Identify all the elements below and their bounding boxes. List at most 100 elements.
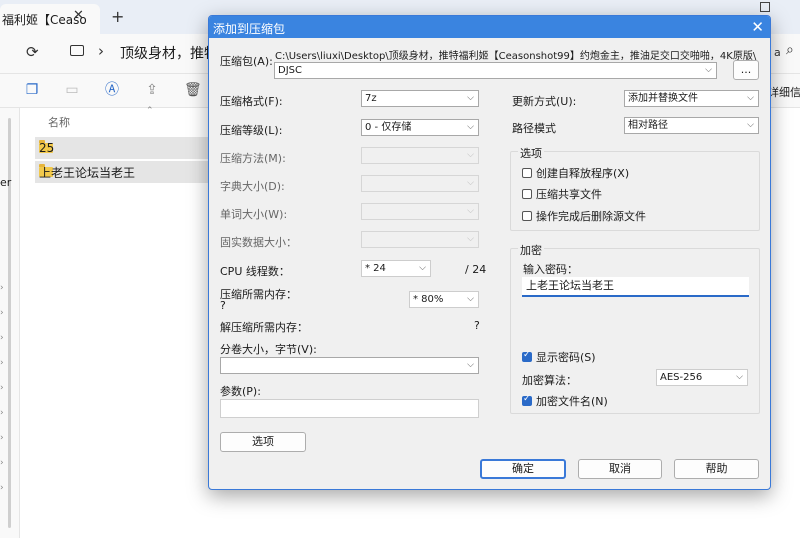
- chevron-down-icon: ⌵: [467, 150, 474, 160]
- chevron-down-icon: ⌵: [467, 122, 474, 132]
- expand-arrow-icon[interactable]: ›: [0, 333, 4, 343]
- computer-icon[interactable]: [70, 45, 84, 56]
- delete-icon[interactable]: 🗑: [184, 82, 202, 98]
- archive-name-value: DJSC: [278, 65, 302, 76]
- list-item-name: 上老王论坛当老王: [39, 165, 136, 180]
- checkbox-box: [522, 394, 532, 406]
- checkbox-label: 压缩共享文件: [536, 188, 602, 201]
- list-item[interactable]: 上老王论坛当老王: [35, 161, 225, 183]
- share-icon[interactable]: ⇪: [144, 82, 160, 98]
- archive-name-combo[interactable]: DJSC ⌵: [274, 62, 717, 79]
- encryption-method-value: AES-256: [660, 372, 703, 383]
- search-icon[interactable]: ⌕: [786, 42, 794, 58]
- chevron-down-icon: ⌵: [467, 178, 474, 188]
- paste-icon[interactable]: ▭: [64, 82, 80, 98]
- checkbox-label: 创建自释放程序(X): [536, 167, 630, 180]
- encrypt-filenames-checkbox[interactable]: 加密文件名(N): [522, 393, 608, 409]
- column-header-name[interactable]: 名称: [48, 114, 70, 130]
- checkbox-box: [522, 189, 532, 199]
- create-sfx-checkbox[interactable]: 创建自释放程序(X): [522, 165, 629, 181]
- ok-button[interactable]: 确定: [480, 459, 566, 479]
- expand-arrow-icon[interactable]: ›: [0, 433, 4, 443]
- chevron-down-icon: ⌵: [467, 206, 474, 216]
- word-size-select[interactable]: ⌵: [361, 203, 479, 220]
- search-hint-text: a: [774, 46, 781, 59]
- expand-arrow-icon[interactable]: ›: [0, 383, 4, 393]
- copy-icon[interactable]: ❐: [24, 82, 40, 98]
- list-item[interactable]: 25: [35, 137, 225, 159]
- checkbox-box: [522, 350, 532, 362]
- checkbox-box: [522, 211, 532, 221]
- password-label: 输入密码：: [523, 263, 578, 276]
- refresh-icon[interactable]: ⟳: [26, 43, 39, 61]
- options-button[interactable]: 选项: [220, 432, 306, 452]
- dialog-titlebar: 添加到压缩包 ✕: [209, 16, 770, 38]
- format-select[interactable]: 7z ⌵: [361, 90, 479, 107]
- chevron-down-icon: ⌵: [419, 263, 426, 273]
- level-value: 0 - 仅存储: [365, 122, 412, 133]
- nav-item-label[interactable]: er: [0, 176, 11, 189]
- chevron-down-icon: ⌵: [467, 93, 474, 103]
- encryption-group-title: 加密: [518, 242, 544, 258]
- decompress-memory-label: 解压缩所需内存：: [220, 321, 308, 334]
- solid-size-label: 固实数据大小：: [220, 236, 297, 249]
- split-volume-combo[interactable]: ⌵: [220, 357, 479, 374]
- dictionary-label: 字典大小(D):: [220, 180, 285, 193]
- password-input[interactable]: 上老王论坛当老王: [522, 277, 749, 297]
- parameters-input[interactable]: [220, 399, 479, 418]
- cpu-threads-select[interactable]: * 24 ⌵: [361, 260, 431, 277]
- explorer-tab[interactable]: 福利姬【Ceaso: [0, 4, 100, 34]
- list-item-name: 25: [39, 141, 55, 155]
- encryption-method-label: 加密算法：: [522, 374, 577, 387]
- expand-arrow-icon[interactable]: ›: [0, 458, 4, 468]
- chevron-down-icon: ⌵: [747, 120, 754, 130]
- update-mode-value: 添加并替换文件: [628, 93, 698, 104]
- split-volume-label: 分卷大小，字节(V):: [220, 343, 317, 356]
- sort-chevron-icon: ⌃: [146, 106, 154, 116]
- solid-size-select[interactable]: ⌵: [361, 231, 479, 248]
- memory-usage-select[interactable]: * 80% ⌵: [409, 291, 479, 308]
- checkbox-label: 显示密码(S): [536, 351, 596, 364]
- show-password-checkbox[interactable]: 显示密码(S): [522, 349, 596, 365]
- checkbox-box: [522, 168, 532, 178]
- expand-arrow-icon[interactable]: ›: [0, 408, 4, 418]
- browse-button[interactable]: ...: [733, 60, 759, 80]
- cancel-button[interactable]: 取消: [578, 459, 662, 479]
- expand-arrow-icon[interactable]: ›: [0, 308, 4, 318]
- method-select[interactable]: ⌵: [361, 147, 479, 164]
- dictionary-select[interactable]: ⌵: [361, 175, 479, 192]
- restore-window-icon[interactable]: [760, 2, 770, 12]
- chevron-right-icon[interactable]: ›: [98, 42, 104, 60]
- update-mode-select[interactable]: 添加并替换文件 ⌵: [624, 90, 759, 107]
- rename-icon[interactable]: Ⓐ: [104, 82, 120, 98]
- path-mode-label: 路径模式: [512, 122, 556, 135]
- delete-after-checkbox[interactable]: 操作完成后删除源文件: [522, 208, 646, 224]
- close-tab-icon[interactable]: ✕: [73, 8, 84, 23]
- decompress-memory-value: ?: [474, 319, 480, 332]
- path-mode-select[interactable]: 相对路径 ⌵: [624, 117, 759, 134]
- path-mode-value: 相对路径: [628, 120, 668, 131]
- chevron-down-icon: ⌵: [747, 93, 754, 103]
- compress-shared-checkbox[interactable]: 压缩共享文件: [522, 186, 602, 202]
- expand-arrow-icon[interactable]: ›: [0, 283, 4, 293]
- expand-arrow-icon[interactable]: ›: [0, 483, 4, 493]
- close-icon[interactable]: ✕: [751, 18, 764, 36]
- expand-arrow-icon[interactable]: ›: [0, 358, 4, 368]
- navigation-pane: er › › › › › › › › ›: [0, 108, 20, 538]
- help-button[interactable]: 帮助: [674, 459, 759, 479]
- memory-label: 压缩所需内存：: [220, 288, 297, 301]
- chevron-down-icon: ⌵: [705, 65, 712, 75]
- cpu-threads-max: / 24: [465, 263, 487, 276]
- archive-label: 压缩包(A):: [220, 55, 273, 68]
- encryption-method-select[interactable]: AES-256 ⌵: [656, 369, 748, 386]
- new-tab-icon[interactable]: +: [111, 7, 124, 26]
- chevron-down-icon: ⌵: [736, 372, 743, 382]
- options-group-title: 选项: [518, 145, 544, 161]
- level-label: 压缩等级(L):: [220, 124, 283, 137]
- level-select[interactable]: 0 - 仅存储 ⌵: [361, 119, 479, 136]
- checkbox-label: 加密文件名(N): [536, 395, 608, 408]
- memory-value: ?: [220, 299, 226, 312]
- cpu-threads-label: CPU 线程数：: [220, 265, 290, 278]
- details-button[interactable]: 详细信息: [768, 84, 800, 100]
- add-to-archive-dialog: 添加到压缩包 ✕ 压缩包(A): C:\Users\liuxi\Desktop\…: [208, 15, 771, 490]
